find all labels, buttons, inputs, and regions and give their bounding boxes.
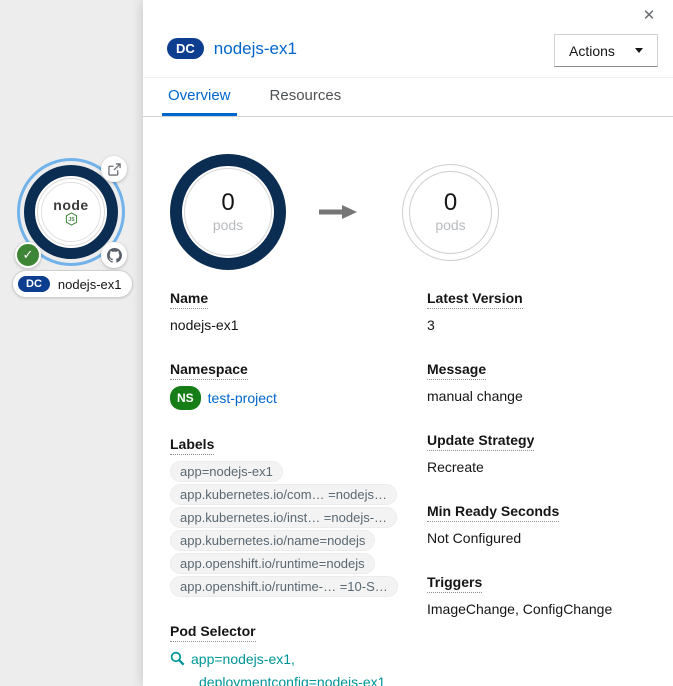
- actions-dropdown[interactable]: Actions: [554, 34, 658, 67]
- triggers-value: ImageChange, ConfigChange: [427, 599, 657, 619]
- search-icon: [170, 651, 185, 666]
- source-code-decorator[interactable]: [101, 242, 127, 268]
- name-value: nodejs-ex1: [170, 315, 427, 335]
- details-grid: Name nodejs-ex1 Namespace NS test-projec…: [170, 290, 657, 686]
- triggers-heading: Triggers: [427, 574, 482, 593]
- pod-selector-text: app=nodejs-ex1, deploymentconfig=nodejs-…: [191, 648, 385, 686]
- detail-message: Message manual change: [427, 361, 657, 406]
- nodejs-hexagon-icon: JS: [65, 212, 78, 226]
- min-ready-seconds-value: Not Configured: [427, 528, 657, 548]
- node-label-text: nodejs-ex1: [58, 277, 122, 292]
- label-pill[interactable]: app.openshift.io/runtime=nodejs: [170, 553, 375, 574]
- min-ready-seconds-heading: Min Ready Seconds: [427, 503, 559, 522]
- message-value: manual change: [427, 386, 657, 406]
- nodejs-logo: node JS: [35, 176, 107, 248]
- detail-update-strategy: Update Strategy Recreate: [427, 432, 657, 477]
- edit-source-decorator[interactable]: [101, 156, 127, 182]
- detail-namespace: Namespace NS test-project: [170, 361, 427, 410]
- ns-badge: NS: [170, 386, 201, 410]
- external-link-icon: [108, 163, 121, 176]
- github-icon: [107, 248, 122, 263]
- details-left-column: Name nodejs-ex1 Namespace NS test-projec…: [170, 290, 427, 686]
- detail-latest-version: Latest Version 3: [427, 290, 657, 335]
- donut-inner-ring: [184, 168, 272, 256]
- labels-heading: Labels: [170, 436, 214, 455]
- rollout-arrow-icon: [318, 204, 358, 220]
- update-strategy-heading: Update Strategy: [427, 432, 534, 451]
- detail-min-ready-seconds: Min Ready Seconds Not Configured: [427, 503, 657, 548]
- label-pill[interactable]: app=nodejs-ex1: [170, 461, 283, 482]
- pod-selector-link[interactable]: app=nodejs-ex1, deploymentconfig=nodejs-…: [170, 648, 427, 686]
- chevron-down-icon: [635, 48, 643, 53]
- detail-labels: Labels app=nodejs-ex1 app.kubernetes.io/…: [170, 436, 427, 597]
- build-status-decorator[interactable]: ✓: [15, 242, 41, 268]
- namespace-link[interactable]: test-project: [208, 388, 277, 408]
- target-pods-donut[interactable]: 0 pods: [402, 164, 499, 261]
- svg-text:JS: JS: [68, 217, 75, 223]
- current-pods-donut[interactable]: 0 pods: [170, 154, 286, 270]
- details-right-column: Latest Version 3 Message manual change U…: [427, 290, 657, 686]
- dc-badge: DC: [167, 38, 204, 59]
- side-panel: ✕ DC nodejs-ex1 Actions Overview Resourc…: [143, 0, 673, 686]
- label-pill[interactable]: app.kubernetes.io/com… =nodejs…: [170, 484, 397, 505]
- tab-resources[interactable]: Resources: [264, 78, 348, 116]
- node-label[interactable]: DC nodejs-ex1: [12, 270, 133, 298]
- label-pill[interactable]: app.kubernetes.io/name=nodejs: [170, 530, 375, 551]
- message-heading: Message: [427, 361, 486, 380]
- update-strategy-value: Recreate: [427, 457, 657, 477]
- label-pill[interactable]: app.kubernetes.io/inst… =nodejs-…: [170, 507, 397, 528]
- overview-content: 0 pods 0 pods Name nodejs-ex1: [143, 117, 673, 686]
- nodejs-logo-word: node: [53, 198, 88, 212]
- tab-overview[interactable]: Overview: [162, 78, 237, 116]
- check-icon: ✓: [23, 247, 34, 263]
- latest-version-heading: Latest Version: [427, 290, 523, 309]
- detail-pod-selector: Pod Selector app=nodejs-ex1, deploymentc…: [170, 623, 427, 686]
- resource-title-row: DC nodejs-ex1: [167, 38, 297, 59]
- actions-label: Actions: [569, 43, 615, 59]
- detail-name: Name nodejs-ex1: [170, 290, 427, 335]
- donut-inner-ring: [409, 171, 492, 254]
- detail-triggers: Triggers ImageChange, ConfigChange: [427, 574, 657, 619]
- label-pill[interactable]: app.openshift.io/runtime-… =10-S…: [170, 576, 398, 597]
- panel-header: DC nodejs-ex1 Actions: [143, 0, 673, 78]
- panel-tabs: Overview Resources: [143, 78, 673, 117]
- labels-list: app=nodejs-ex1 app.kubernetes.io/com… =n…: [170, 461, 427, 597]
- topology-canvas[interactable]: node JS ✓ DC nodejs-ex1: [0, 0, 143, 686]
- namespace-heading: Namespace: [170, 361, 248, 380]
- pod-selector-heading: Pod Selector: [170, 623, 256, 642]
- latest-version-value: 3: [427, 315, 657, 335]
- resource-title-link[interactable]: nodejs-ex1: [214, 39, 297, 59]
- name-heading: Name: [170, 290, 208, 309]
- dc-badge: DC: [18, 276, 50, 292]
- pods-charts-row: 0 pods 0 pods: [170, 154, 657, 270]
